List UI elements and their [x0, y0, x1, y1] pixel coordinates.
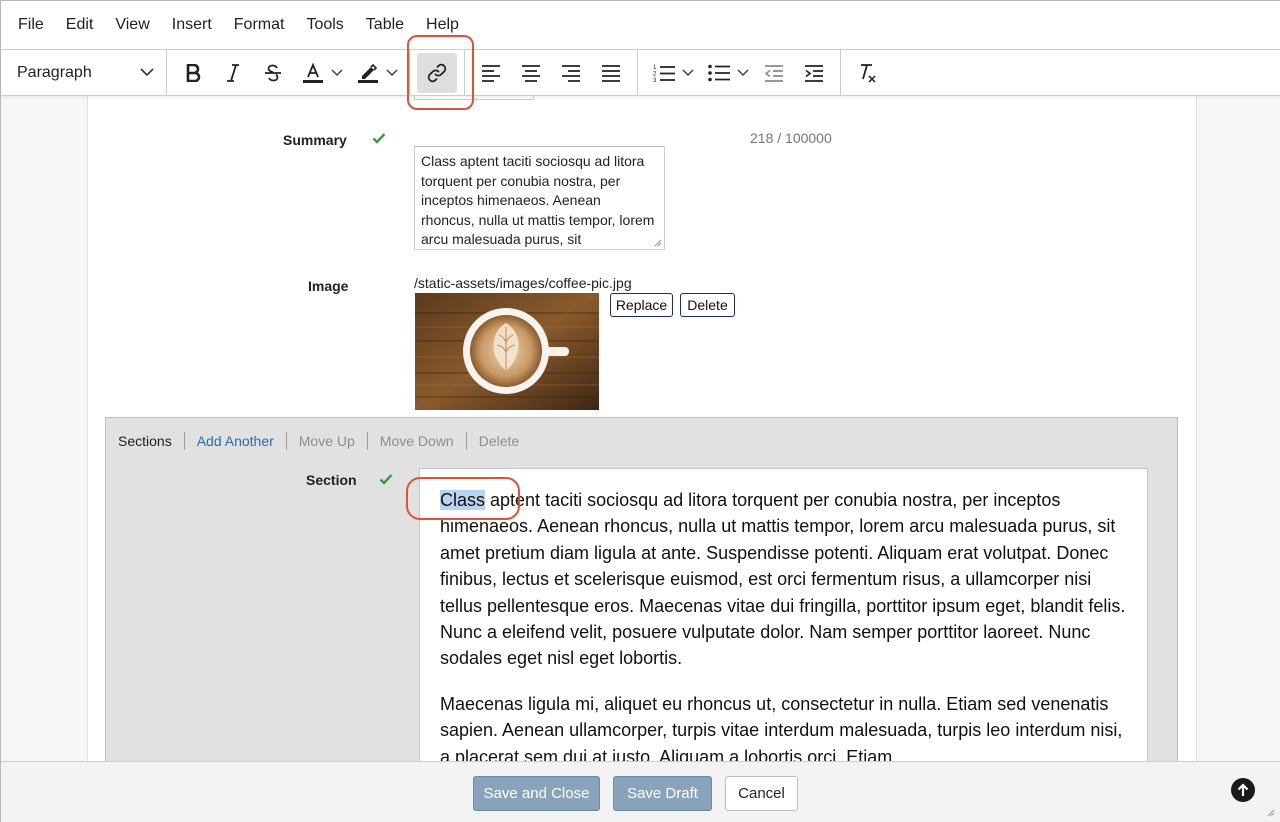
text-color-dropdown[interactable]	[330, 56, 344, 90]
chevron-down-icon	[737, 68, 749, 76]
alignment-group	[465, 49, 638, 96]
bullet-list-button[interactable]	[702, 56, 736, 90]
block-format-select[interactable]: Paragraph	[1, 49, 167, 96]
numbered-list-dropdown[interactable]	[681, 56, 695, 90]
section-paragraph-2: Maecenas ligula mi, aliquet eu rhoncus u…	[440, 693, 1123, 761]
chevron-down-icon	[386, 68, 398, 76]
delete-image-button[interactable]: Delete	[680, 293, 735, 317]
highlight-button[interactable]	[351, 56, 385, 90]
summary-label: Summary	[283, 132, 347, 148]
link-icon	[427, 63, 447, 82]
outdent-button[interactable]	[757, 56, 791, 90]
text-color-icon	[303, 62, 323, 83]
list-group: 123	[638, 49, 841, 96]
clear-formatting-icon	[861, 63, 876, 83]
section-rich-text-editor[interactable]: Class aptent taciti sociosqu ad litora t…	[419, 468, 1148, 761]
sections-panel: Sections Add Another Move Up Move Down D…	[105, 417, 1178, 761]
clear-formatting-button[interactable]	[850, 56, 884, 90]
sections-action-bar: Sections Add Another Move Up Move Down D…	[118, 432, 531, 450]
align-center-button[interactable]	[514, 56, 548, 90]
numbered-list-icon: 123	[653, 65, 675, 83]
window-resize-grip-icon[interactable]	[1265, 807, 1275, 817]
section-paragraph-1: Class aptent taciti sociosqu ad litora t…	[440, 487, 1127, 672]
text-color-button[interactable]	[296, 56, 330, 90]
justify-button[interactable]	[594, 56, 628, 90]
insert-link-button[interactable]	[417, 52, 457, 93]
sections-title: Sections	[118, 432, 185, 450]
image-label: Image	[308, 278, 349, 294]
menu-bar: File Edit View Insert Format Tools Table…	[1, 1, 1280, 49]
summary-textarea[interactable]: Class aptent taciti sociosqu ad litora t…	[414, 146, 665, 250]
menu-file[interactable]: File	[7, 1, 55, 49]
formatting-toolbar: Paragraph 1 2 3	[1, 49, 1280, 96]
align-left-icon	[482, 64, 500, 82]
bold-icon	[186, 63, 201, 82]
menu-help[interactable]: Help	[415, 1, 470, 49]
editor-window: File Edit View Insert Format Tools Table…	[0, 0, 1280, 822]
menu-insert[interactable]: Insert	[161, 1, 223, 49]
svg-text:1: 1	[653, 65, 657, 71]
image-path: /static-assets/images/coffee-pic.jpg	[414, 275, 632, 291]
save-draft-button[interactable]: Save Draft	[613, 776, 712, 811]
delete-section-link[interactable]: Delete	[467, 432, 531, 450]
check-icon	[372, 133, 386, 144]
numbered-list-button[interactable]: 123	[647, 56, 681, 90]
justify-icon	[602, 64, 620, 82]
section-label: Section	[306, 472, 357, 488]
coffee-image-preview	[415, 293, 599, 410]
clear-format-group	[841, 50, 893, 96]
indent-button[interactable]	[797, 56, 831, 90]
block-format-value: Paragraph	[17, 63, 92, 81]
move-down-link[interactable]: Move Down	[368, 432, 467, 450]
align-right-icon	[562, 64, 580, 82]
footer-bar: Save and Close Save Draft Cancel	[1, 761, 1280, 822]
form-page: Summary 218 / 100000 Class aptent taciti…	[87, 96, 1197, 761]
menu-view[interactable]: View	[104, 1, 160, 49]
chevron-down-icon	[331, 68, 343, 76]
save-and-close-button[interactable]: Save and Close	[473, 776, 600, 811]
italic-button[interactable]	[216, 56, 250, 90]
cancel-button[interactable]: Cancel	[725, 776, 798, 811]
menu-table[interactable]: Table	[355, 1, 415, 49]
paragraph-1-text: aptent taciti sociosqu ad litora torquen…	[440, 490, 1126, 669]
indent-icon	[805, 64, 823, 82]
outdent-icon	[764, 64, 783, 82]
bold-button[interactable]	[176, 56, 210, 90]
svg-text:3: 3	[653, 78, 657, 83]
arrow-up-icon	[1237, 783, 1249, 796]
replace-image-button[interactable]: Replace	[610, 293, 673, 317]
character-counter: 218 / 100000	[750, 130, 832, 146]
scroll-to-top-button[interactable]	[1231, 778, 1255, 802]
highlight-dropdown[interactable]	[385, 56, 399, 90]
add-another-link[interactable]: Add Another	[185, 432, 287, 450]
strikethrough-button[interactable]	[256, 56, 290, 90]
align-center-icon	[522, 64, 540, 82]
check-icon	[379, 474, 393, 485]
link-group	[410, 49, 465, 96]
bullet-list-dropdown[interactable]	[736, 56, 750, 90]
form-scroll-area[interactable]: Summary 218 / 100000 Class aptent taciti…	[1, 96, 1280, 761]
text-format-group	[167, 49, 410, 96]
menu-format[interactable]: Format	[223, 1, 296, 49]
bullet-list-icon	[708, 64, 730, 81]
align-left-button[interactable]	[474, 56, 508, 90]
italic-icon	[227, 63, 239, 82]
chevron-down-icon	[682, 68, 694, 76]
move-up-link[interactable]: Move Up	[287, 432, 368, 450]
menu-edit[interactable]: Edit	[55, 1, 105, 49]
previous-field-edge	[414, 96, 534, 100]
summary-text: Class aptent taciti sociosqu ad litora t…	[421, 153, 655, 247]
strikethrough-icon	[265, 64, 281, 81]
align-right-button[interactable]	[554, 56, 588, 90]
resize-grip-icon[interactable]	[653, 238, 662, 247]
svg-text:2: 2	[653, 71, 657, 77]
menu-tools[interactable]: Tools	[295, 1, 354, 49]
selected-word: Class	[440, 490, 486, 510]
highlight-icon	[358, 63, 378, 83]
chevron-down-icon	[140, 68, 154, 77]
